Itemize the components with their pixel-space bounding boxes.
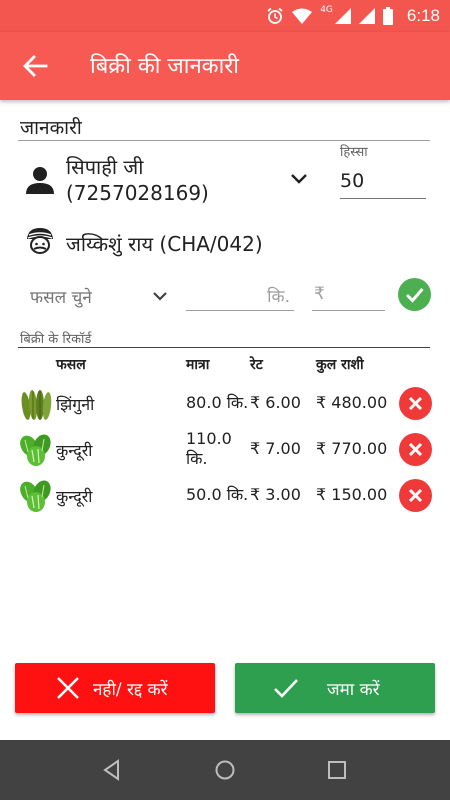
close-icon: [408, 488, 423, 503]
row-quantity-value: 110.0: [186, 429, 232, 448]
row-crop: झिंगुनी: [56, 395, 95, 414]
row-quantity: 80.0 कि.: [186, 393, 249, 412]
rate-input[interactable]: ₹: [312, 283, 385, 311]
table-row: झिंगुनी 80.0 कि. ₹ 6.00 ₹ 480.00: [0, 381, 450, 427]
close-icon: [57, 677, 79, 699]
records-divider: [18, 347, 430, 348]
share-label: हिस्सा: [340, 145, 368, 160]
records-label: बिक्री के रिकॉर्ड: [20, 332, 92, 347]
farmer-name: जय्किशुं राय (CHA/042): [66, 232, 263, 256]
system-nav-bar: [0, 740, 450, 800]
delete-row-button[interactable]: [399, 433, 432, 466]
chevron-down-icon: [153, 292, 167, 301]
delete-row-button[interactable]: [399, 479, 432, 512]
cancel-button-label: नही/ रद्द करें: [93, 680, 168, 700]
row-rate: ₹ 6.00: [250, 393, 301, 412]
quantity-unit-label: कि.: [267, 287, 290, 307]
column-header-crop: फसल: [56, 357, 86, 373]
row-crop: कुन्दूरी: [56, 487, 93, 506]
row-total: ₹ 770.00: [316, 439, 388, 458]
row-quantity: 50.0 कि.: [186, 485, 249, 504]
nav-home-icon[interactable]: [213, 758, 237, 782]
submit-button[interactable]: जमा करें: [235, 663, 435, 713]
check-icon: [405, 288, 424, 303]
row-rate: ₹ 7.00: [250, 439, 301, 458]
check-icon: [274, 679, 298, 698]
cancel-button[interactable]: नही/ रद्द करें: [15, 663, 215, 713]
row-total: ₹ 150.00: [316, 485, 388, 504]
wifi-icon: [292, 8, 313, 24]
page-title: बिक्री की जानकारी: [90, 54, 239, 79]
farmer-turban-icon: [27, 228, 53, 254]
column-header-quantity: मात्रा: [186, 357, 210, 373]
crop-select-dropdown[interactable]: फसल चुने: [20, 283, 180, 313]
section-title: जानकारी: [20, 117, 82, 139]
buyer-name[interactable]: सिपाही जी: [66, 154, 143, 180]
chevron-down-icon[interactable]: [288, 170, 310, 188]
row-total: ₹ 480.00: [316, 393, 388, 412]
add-record-button[interactable]: [398, 278, 431, 311]
ivy-gourd-icon: [20, 434, 51, 466]
signal-icon-2: [358, 8, 375, 24]
share-input-underline: [340, 198, 426, 199]
app-bar: बिक्री की जानकारी: [0, 32, 450, 100]
nav-back-icon[interactable]: [100, 758, 124, 782]
quantity-input[interactable]: कि.: [186, 283, 294, 311]
rate-currency-label: ₹: [314, 284, 325, 304]
person-icon: [26, 167, 54, 194]
column-header-rate: रेट: [250, 357, 263, 373]
section-divider: [18, 140, 430, 141]
crop-select-placeholder: फसल चुने: [30, 288, 92, 308]
ivy-gourd-icon: [20, 480, 51, 512]
nav-recents-icon[interactable]: [325, 758, 349, 782]
network-type: 4G: [320, 5, 333, 15]
alarm-icon: [267, 7, 283, 24]
status-bar: 4G 6:18: [0, 0, 450, 32]
row-rate: ₹ 3.00: [250, 485, 301, 504]
submit-button-label: जमा करें: [327, 680, 380, 700]
table-row: कुन्दूरी 110.0 कि. ₹ 7.00 ₹ 770.00: [0, 427, 450, 473]
row-quantity-unit: कि.: [186, 449, 208, 468]
row-crop: कुन्दूरी: [56, 441, 93, 460]
column-header-total: कुल राशी: [316, 357, 364, 373]
ridge-gourd-icon: [21, 390, 52, 420]
delete-row-button[interactable]: [399, 387, 432, 420]
back-arrow-icon[interactable]: [18, 50, 52, 82]
status-time: 6:18: [406, 6, 440, 25]
status-icons: 4G 6:18: [266, 0, 440, 32]
signal-icon: [334, 8, 351, 24]
row-quantity: 110.0 कि.: [186, 429, 232, 469]
table-row: कुन्दूरी 50.0 कि. ₹ 3.00 ₹ 150.00: [0, 473, 450, 519]
battery-icon: [382, 7, 393, 25]
close-icon: [408, 442, 423, 457]
close-icon: [408, 396, 423, 411]
share-input[interactable]: 50: [340, 170, 364, 192]
buyer-phone[interactable]: (7257028169): [66, 180, 209, 206]
